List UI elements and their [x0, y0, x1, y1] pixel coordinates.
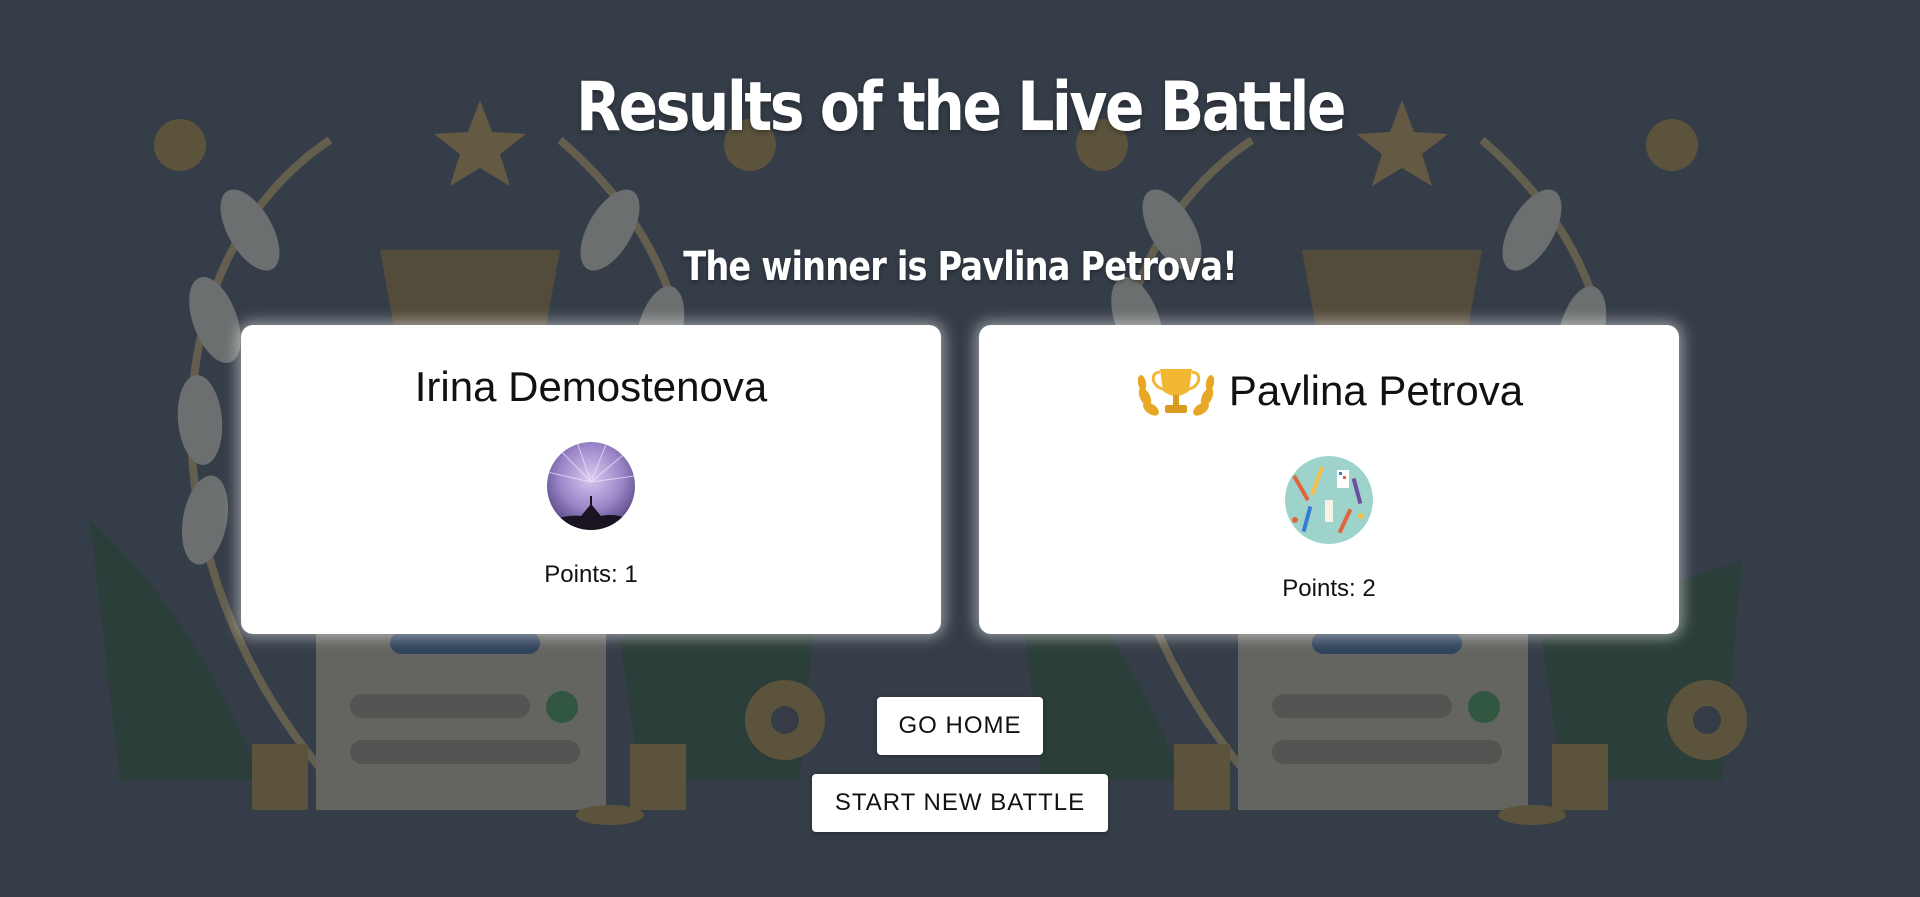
- trophy-icon: [1135, 363, 1217, 419]
- player-name: Pavlina Petrova: [1228, 367, 1524, 414]
- starry-night-avatar: [547, 442, 635, 530]
- go-home-button[interactable]: GO HOME: [877, 697, 1043, 755]
- player-name-row: Pavlina Petrova: [979, 363, 1679, 419]
- player-points: Points: 1: [544, 561, 638, 588]
- page-title: Results of the Live Battle: [576, 68, 1347, 147]
- winner-announcement: The winner is Pavlina Petrova!: [683, 244, 1237, 290]
- player-card-pavlina: Pavlina Petrova Points: 2: [979, 325, 1679, 634]
- player-points: Points: 2: [1282, 575, 1376, 602]
- art-supplies-avatar: [1285, 456, 1373, 544]
- results-page: Results of the Live Battle The winner is…: [0, 0, 1920, 897]
- player-card-irina: Irina Demostenova Points: 1: [241, 325, 941, 634]
- start-new-battle-button[interactable]: START NEW BATTLE: [812, 774, 1108, 832]
- player-name-row: Irina Demostenova: [241, 363, 941, 411]
- player-name: Irina Demostenova: [414, 363, 768, 410]
